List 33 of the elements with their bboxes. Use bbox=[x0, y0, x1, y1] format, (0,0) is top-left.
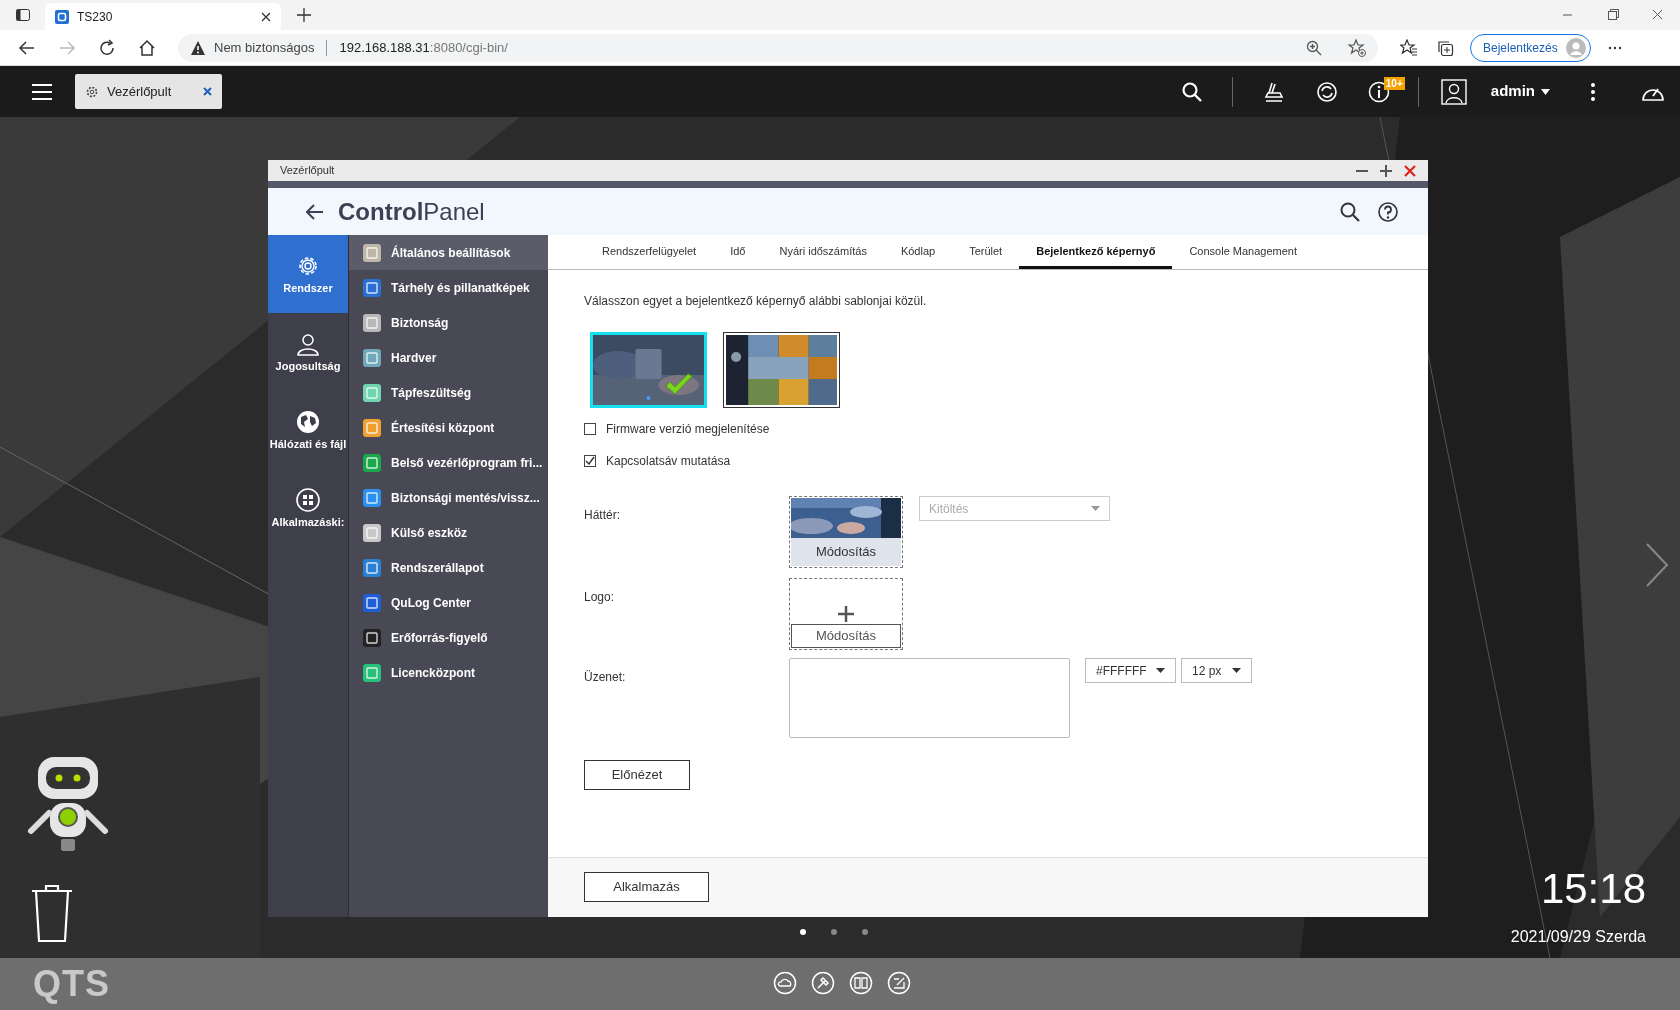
new-tab-icon[interactable] bbox=[297, 8, 311, 22]
sync-icon[interactable] bbox=[1315, 80, 1338, 103]
url-text: 192.168.188.31:8080/cgi-bin/ bbox=[339, 38, 509, 57]
security-warning[interactable]: Nem biztonságos bbox=[214, 37, 315, 58]
book-icon[interactable] bbox=[849, 971, 873, 995]
search-icon[interactable] bbox=[1181, 81, 1202, 102]
add-favorite-icon[interactable] bbox=[1348, 38, 1366, 57]
tab-title: TS230 bbox=[77, 8, 114, 26]
zoom-icon[interactable] bbox=[1306, 39, 1322, 56]
reload-icon[interactable] bbox=[98, 38, 116, 57]
browser-tab[interactable]: TS230 bbox=[45, 3, 281, 30]
stack-icon[interactable] bbox=[1262, 80, 1285, 103]
collections-icon[interactable] bbox=[1436, 38, 1454, 57]
menu-icon[interactable] bbox=[32, 82, 52, 101]
app-tab[interactable]: Vezérlőpult bbox=[75, 74, 222, 109]
more-icon[interactable] bbox=[1590, 81, 1596, 102]
close-icon[interactable] bbox=[261, 11, 271, 22]
user-icon[interactable] bbox=[1440, 78, 1467, 105]
app-favicon-icon bbox=[55, 9, 69, 24]
caret-icon bbox=[1541, 88, 1550, 95]
avatar-icon bbox=[1565, 37, 1586, 58]
edit-icon[interactable] bbox=[887, 971, 911, 995]
back-icon[interactable] bbox=[18, 38, 36, 57]
qts-logo: QTS bbox=[33, 962, 110, 1006]
notification-badge: 10+ bbox=[1383, 76, 1405, 90]
tools-icon[interactable] bbox=[811, 971, 835, 995]
address-bar[interactable]: Nem biztonságos 192.168.188.31:8080/cgi-bin/ bbox=[178, 33, 1378, 62]
tab-actions-icon[interactable] bbox=[15, 7, 31, 23]
cloud-icon[interactable] bbox=[773, 971, 797, 995]
warning-icon bbox=[190, 39, 206, 56]
favorites-icon[interactable] bbox=[1400, 38, 1418, 57]
home-icon[interactable] bbox=[138, 38, 156, 57]
user-menu[interactable]: admin bbox=[1490, 80, 1550, 103]
